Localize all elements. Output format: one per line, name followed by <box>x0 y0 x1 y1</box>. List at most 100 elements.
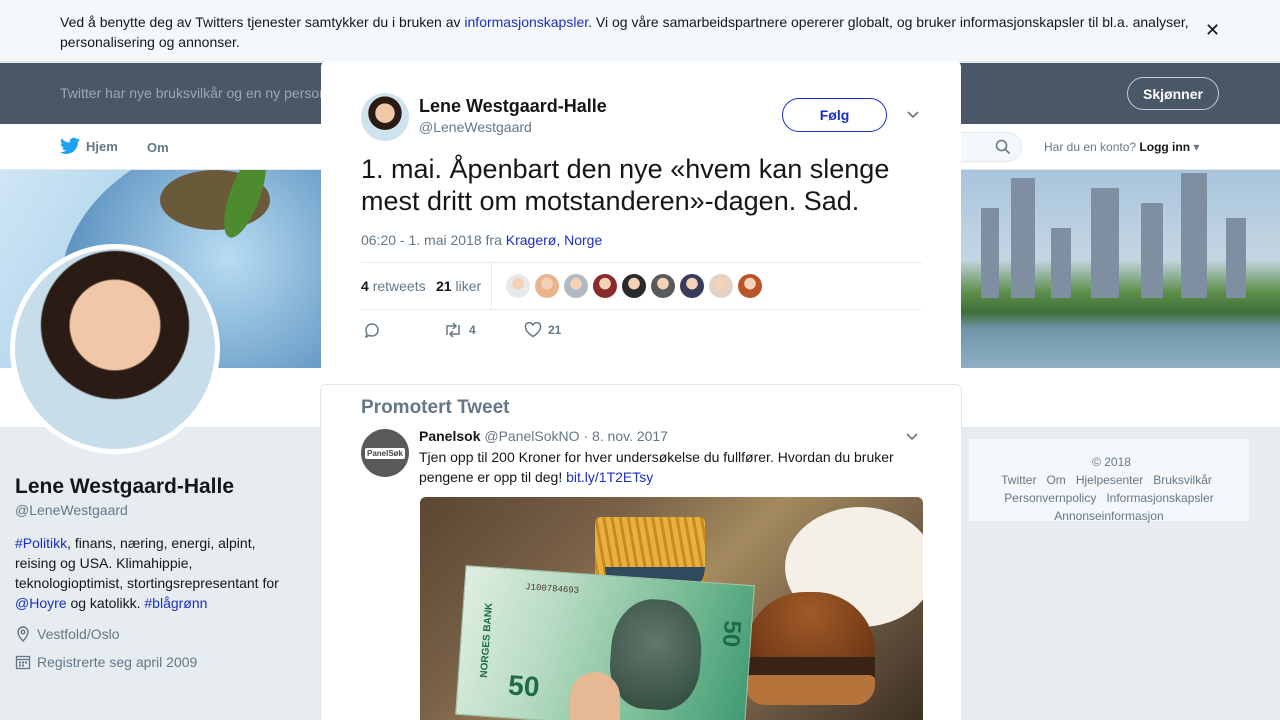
stat-divider <box>491 263 492 310</box>
tweet-meta: 06:20 - 1. mai 2018 fra Kragerø, Norge <box>361 232 602 248</box>
promoted-author-name[interactable]: Panelsok <box>419 428 480 444</box>
chevron-down-icon[interactable] <box>904 429 920 445</box>
bio-hashtag[interactable]: #blågrønn <box>144 595 207 611</box>
promoted-header: Panelsok @PanelSokNO · 8. nov. 2017 <box>419 428 668 444</box>
liker-avatar[interactable] <box>680 274 704 298</box>
profile-joined: Registrerte seg april 2009 <box>15 654 197 670</box>
login-link[interactable]: Logg inn <box>1139 140 1190 154</box>
tweet-text: 1. mai. Åpenbart den nye «hvem kan sleng… <box>361 154 890 216</box>
tweet-actions: 4 21 <box>361 320 661 344</box>
calendar-icon <box>15 655 31 670</box>
promoted-title: Promotert Tweet <box>361 397 510 418</box>
footer-link-help[interactable]: Hjelpesenter <box>1076 473 1143 487</box>
search-icon[interactable] <box>995 139 1011 155</box>
avatar[interactable]: PanelSøk <box>361 429 409 477</box>
tweet-author-handle[interactable]: @LeneWestgaard <box>419 119 532 135</box>
likes-label: liker <box>455 278 482 294</box>
promoted-tweet-section: Promotert Tweet PanelSøk Panelsok @Panel… <box>320 384 962 720</box>
liker-avatar[interactable] <box>651 274 675 298</box>
retweet-count: 4 <box>361 278 369 294</box>
liker-avatar[interactable] <box>622 274 646 298</box>
bio-hashtag[interactable]: #Politikk <box>15 535 67 551</box>
footer-link-privacy[interactable]: Personvernpolicy <box>1004 491 1096 505</box>
tweet-time: 06:20 - 1. mai 2018 fra <box>361 232 506 248</box>
banknote-value: 50 <box>507 669 541 703</box>
like-button[interactable]: 21 <box>524 322 561 338</box>
retweet-label: retweets <box>372 278 426 294</box>
reply-button[interactable] <box>363 322 381 340</box>
promoted-text: Tjen opp til 200 Kroner for hver undersø… <box>419 447 919 487</box>
promoted-image[interactable]: J100784693 NORGES BANK 50 50 <box>420 497 923 720</box>
bio-mention[interactable]: @Hoyre <box>15 595 67 611</box>
liker-avatar[interactable] <box>535 274 559 298</box>
location-text: Vestfold/Oslo <box>37 626 120 642</box>
liker-avatar[interactable] <box>564 274 588 298</box>
image-finger <box>570 672 620 720</box>
image-burger <box>745 657 875 677</box>
liker-avatars <box>506 274 762 298</box>
promoted-date[interactable]: · 8. nov. 2017 <box>583 428 668 444</box>
header-tower <box>1181 173 1207 298</box>
promoted-avatar-text: PanelSøk <box>364 447 405 459</box>
banknote-value: 50 <box>716 619 746 649</box>
location-pin-icon <box>17 626 29 642</box>
cookie-link[interactable]: informasjonskapsler <box>464 14 588 30</box>
footer-link-cookies[interactable]: Informasjonskapsler <box>1106 491 1213 505</box>
profile-avatar[interactable] <box>10 244 220 454</box>
banknote-bank: NORGES BANK <box>478 602 495 679</box>
close-icon[interactable]: ✕ <box>1205 20 1220 41</box>
liker-avatar[interactable] <box>593 274 617 298</box>
profile-location: Vestfold/Oslo <box>15 626 120 642</box>
login-area: Har du en konto? Logg inn ▾ <box>1044 140 1199 154</box>
retweet-icon <box>446 322 460 338</box>
header-tower <box>1051 228 1071 298</box>
avatar[interactable] <box>361 93 409 141</box>
banknote-portrait <box>607 596 705 713</box>
likes-count: 21 <box>436 278 452 294</box>
nav-home[interactable]: Hjem <box>60 137 118 155</box>
reply-icon <box>364 323 379 339</box>
image-burger <box>745 675 875 705</box>
cookie-text: Ved å benytte deg av Twitters tjenester … <box>60 12 1200 52</box>
follow-button[interactable]: Følg <box>782 98 887 132</box>
cookie-banner: Ved å benytte deg av Twitters tjenester … <box>0 0 1280 62</box>
chevron-down-icon[interactable] <box>905 107 921 123</box>
header-tower <box>1091 188 1119 298</box>
joined-text: Registrerte seg april 2009 <box>37 654 198 670</box>
banknote-serial: J100784693 <box>524 582 580 597</box>
liker-avatar[interactable] <box>506 274 530 298</box>
tweet-permalink-overlay: Lene Westgaard-Halle @LeneWestgaard Følg… <box>321 61 961 370</box>
profile-handle[interactable]: @LeneWestgaard <box>15 502 128 518</box>
tweet-place[interactable]: Kragerø, Norge <box>506 232 602 248</box>
footer-link-ads[interactable]: Annonseinformasjon <box>1054 509 1163 523</box>
profile-bio: #Politikk, finans, næring, energi, alpin… <box>15 533 295 613</box>
chevron-down-icon[interactable]: ▾ <box>1193 140 1199 154</box>
twitter-bird-icon <box>60 137 80 154</box>
likes-stat[interactable]: 21 liker <box>436 278 481 294</box>
accept-terms-button[interactable]: Skjønner <box>1127 77 1219 110</box>
profile-name: Lene Westgaard-Halle <box>15 475 235 498</box>
cookie-text-before: Ved å benytte deg av Twitters tjenester … <box>60 14 465 30</box>
footer-link-about[interactable]: Om <box>1046 473 1065 487</box>
header-tower <box>1226 218 1246 298</box>
retweet-stat[interactable]: 4 retweets <box>361 278 426 294</box>
promoted-link[interactable]: bit.ly/1T2ETsy <box>566 469 653 485</box>
promoted-author-handle[interactable]: @PanelSokNO <box>484 428 579 444</box>
terms-text: Twitter har nye bruksvilkår og en ny per… <box>60 85 327 101</box>
header-tower <box>1141 203 1163 298</box>
liker-avatar[interactable] <box>738 274 762 298</box>
retweet-button[interactable]: 4 <box>443 322 476 338</box>
liker-avatar[interactable] <box>709 274 733 298</box>
header-tower <box>981 208 999 298</box>
footer-link-terms[interactable]: Bruksvilkår <box>1153 473 1212 487</box>
heart-icon <box>524 322 542 338</box>
site-footer: © 2018 Twitter Om Hjelpesenter Bruksvilkår … <box>968 438 1250 523</box>
like-action-count: 21 <box>548 323 562 337</box>
tweet-author-name[interactable]: Lene Westgaard-Halle <box>419 96 607 117</box>
tweet-stats: 4 retweets 21 liker <box>361 262 922 310</box>
nav-about[interactable]: Om <box>147 140 169 155</box>
login-prompt: Har du en konto? <box>1044 140 1137 154</box>
promoted-body: Tjen opp til 200 Kroner for hver undersø… <box>419 449 894 485</box>
bio-text: og katolikk. <box>66 595 145 611</box>
retweet-action-count: 4 <box>469 323 476 337</box>
